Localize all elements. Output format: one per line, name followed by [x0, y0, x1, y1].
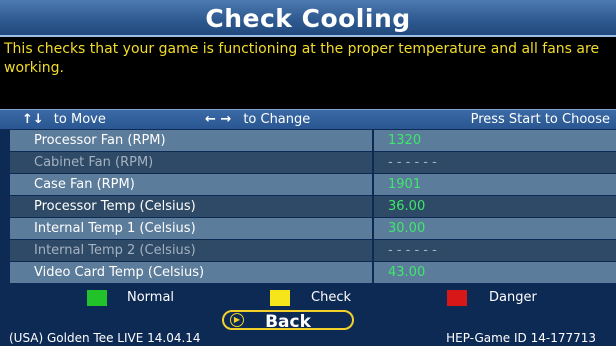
row-value: 1320	[374, 130, 616, 151]
table-row-internal-temp-2: Internal Temp 2 (Celsius) - - - - - -	[10, 240, 616, 262]
table-row-internal-temp-1[interactable]: Internal Temp 1 (Celsius) 30.00	[10, 218, 616, 240]
row-value: 30.00	[374, 218, 616, 239]
table-row-case-fan[interactable]: Case Fan (RPM) 1901	[10, 174, 616, 196]
description-text: This checks that your game is functionin…	[0, 37, 616, 109]
legend-swatch-normal	[87, 290, 107, 306]
start-hint: Press Start to Choose	[470, 112, 610, 127]
row-label: Internal Temp 1 (Celsius)	[10, 218, 372, 239]
row-label: Case Fan (RPM)	[10, 174, 372, 195]
row-label: Processor Fan (RPM)	[10, 130, 372, 151]
controls-bar: ↑↓ to Move ← → to Change Press Start to Ch…	[0, 109, 616, 129]
back-button-label: Back	[265, 312, 311, 332]
row-value: - - - - - -	[374, 240, 616, 261]
move-hint-label: to Move	[53, 112, 106, 127]
change-hint: ← → to Change	[205, 110, 310, 130]
move-hint: ↑↓ to Move	[22, 110, 106, 130]
legend-label-danger: Danger	[489, 290, 537, 305]
cooling-table: Processor Fan (RPM) 1320 Cabinet Fan (RP…	[10, 130, 616, 286]
title-bar: Check Cooling	[0, 0, 616, 37]
back-button[interactable]: ▶ Back	[222, 310, 354, 332]
left-right-arrows-icon: ← →	[205, 112, 232, 127]
version-text: (USA) Golden Tee LIVE 14.04.14	[9, 331, 201, 345]
row-value: 36.00	[374, 196, 616, 217]
row-label: Internal Temp 2 (Celsius)	[10, 240, 372, 261]
legend-swatch-check	[270, 290, 290, 306]
check-cooling-screen: Check Cooling This checks that your game…	[0, 0, 616, 346]
up-down-arrows-icon: ↑↓	[22, 112, 44, 127]
row-label: Cabinet Fan (RPM)	[10, 152, 372, 173]
row-value: 43.00	[374, 262, 616, 283]
footer: (USA) Golden Tee LIVE 14.04.14 HEP-Game …	[0, 330, 616, 346]
table-row-processor-fan[interactable]: Processor Fan (RPM) 1320	[10, 130, 616, 152]
page-title: Check Cooling	[205, 4, 411, 33]
row-value: 1901	[374, 174, 616, 195]
change-hint-label: to Change	[243, 112, 311, 127]
legend-label-normal: Normal	[127, 290, 175, 305]
row-value: - - - - - -	[374, 152, 616, 173]
row-label: Video Card Temp (Celsius)	[10, 262, 372, 283]
status-legend: Normal Check Danger	[0, 286, 616, 310]
table-row-processor-temp[interactable]: Processor Temp (Celsius) 36.00	[10, 196, 616, 218]
legend-swatch-danger	[447, 290, 467, 306]
legend-label-check: Check	[311, 290, 351, 305]
arrow-right-icon: ▶	[230, 313, 244, 327]
row-label: Processor Temp (Celsius)	[10, 196, 372, 217]
game-id-text: HEP-Game ID 14-177713	[446, 331, 596, 345]
table-row-video-card-temp[interactable]: Video Card Temp (Celsius) 43.00	[10, 262, 616, 284]
table-row-cabinet-fan: Cabinet Fan (RPM) - - - - - -	[10, 152, 616, 174]
